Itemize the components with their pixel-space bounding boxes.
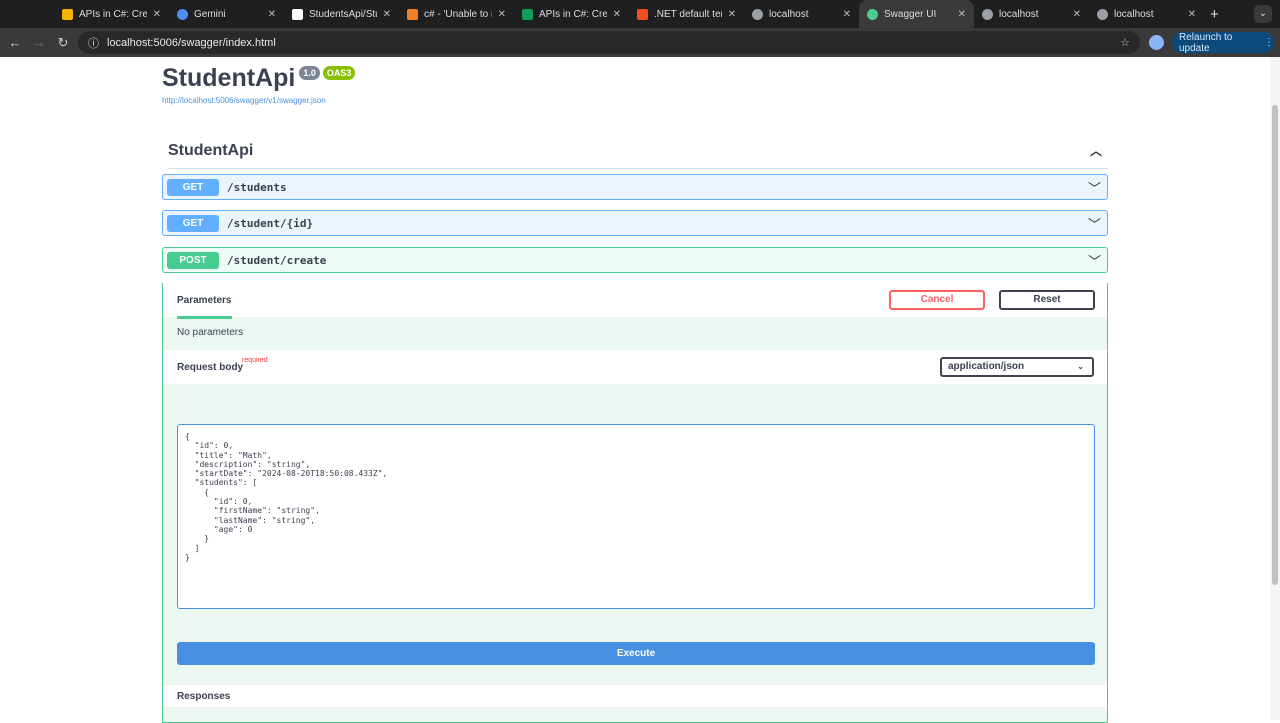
menu-icon: ⋮ — [1264, 37, 1274, 48]
profile-avatar[interactable] — [1149, 35, 1164, 50]
section-title: StudentApi — [168, 142, 254, 159]
favicon-icon — [177, 8, 188, 20]
relaunch-button[interactable]: Relaunch to update ⋮ — [1172, 31, 1274, 54]
favicon-icon — [62, 8, 73, 20]
swagger-page: StudentApi 1.0 OAS3 http://localhost:500… — [0, 57, 1270, 723]
favicon-icon — [407, 8, 418, 20]
tab-title: c# - 'Unable to re — [424, 8, 492, 20]
tab-title: Swagger UI — [884, 8, 937, 20]
browser-tab[interactable]: localhost ✕ — [974, 0, 1089, 28]
favicon-icon — [522, 8, 533, 20]
required-marker: required — [242, 357, 268, 364]
operation-details: Parameters Cancel Reset No parameters Re… — [162, 283, 1108, 723]
responses-bar: Responses — [163, 685, 1107, 707]
tab-title: localhost — [999, 8, 1039, 20]
close-tab-icon[interactable]: ✕ — [383, 9, 391, 20]
favicon-icon — [637, 8, 648, 20]
operation-path: /student/create — [227, 253, 327, 267]
browser-tab[interactable]: .NET default temp ✕ — [629, 0, 744, 28]
close-tab-icon[interactable]: ✕ — [613, 9, 621, 20]
browser-tab[interactable]: APIs in C#: Create ✕ — [54, 0, 169, 28]
info-icon[interactable]: ⓘ — [88, 35, 99, 51]
operation-path: /student/{id} — [227, 216, 314, 230]
execute-button[interactable]: Execute — [177, 642, 1095, 665]
tab-title: Gemini — [194, 8, 226, 20]
close-tab-icon[interactable]: ✕ — [268, 9, 276, 20]
close-tab-icon[interactable]: ✕ — [843, 9, 851, 20]
relaunch-label: Relaunch to update — [1179, 31, 1233, 54]
operation-get[interactable]: GET/students ﹀ — [162, 174, 1108, 200]
request-body-label: Request body — [177, 362, 244, 373]
chevron-down-icon: ⌄ — [1077, 362, 1084, 371]
section-header[interactable]: StudentApi ︿ — [168, 142, 1108, 169]
favicon-icon — [1097, 8, 1108, 20]
browser-tab[interactable]: localhost ✕ — [744, 0, 859, 28]
tab-title: APIs in C#: Create — [539, 8, 607, 20]
browser-tab[interactable]: Gemini ✕ — [169, 0, 284, 28]
scrollbar[interactable] — [1270, 57, 1280, 720]
chevron-down-icon[interactable]: ﹀ — [1088, 178, 1101, 197]
url-text: localhost:5006/swagger/index.html — [107, 36, 276, 49]
favicon-icon — [867, 8, 878, 20]
browser-tab[interactable]: APIs in C#: Create ✕ — [514, 0, 629, 28]
close-tab-icon[interactable]: ✕ — [1073, 9, 1081, 20]
no-parameters-text: No parameters — [177, 327, 244, 338]
reset-button[interactable]: Reset — [999, 290, 1095, 310]
tab-bar: APIs in C#: Create✕Gemini✕StudentsApi/St… — [0, 0, 1280, 28]
method-badge: GET — [167, 214, 219, 232]
close-tab-icon[interactable]: ✕ — [728, 9, 736, 20]
browser-tab[interactable]: c# - 'Unable to re ✕ — [399, 0, 514, 28]
address-bar-row: ← → ↻ ⓘ localhost:5006/swagger/index.html… — [0, 28, 1280, 57]
tab-title: .NET default temp — [654, 8, 722, 20]
method-badge: GET — [167, 178, 219, 196]
request-body-editor[interactable] — [177, 424, 1095, 609]
back-icon[interactable]: ← — [3, 35, 27, 50]
close-tab-icon[interactable]: ✕ — [498, 9, 506, 20]
operation-get[interactable]: GET/student/{id} ﹀ — [162, 210, 1108, 236]
new-tab-icon[interactable]: + — [1210, 6, 1219, 23]
responses-label: Responses — [177, 691, 231, 702]
browser-tab[interactable]: Swagger UI ✕ — [859, 0, 974, 28]
tab-title: localhost — [769, 8, 809, 20]
operation-post[interactable]: POST/student/create ﹀ — [162, 247, 1108, 273]
url-input[interactable]: ⓘ localhost:5006/swagger/index.html ☆ — [78, 31, 1140, 54]
operation-path: /students — [227, 180, 287, 194]
browser-tab[interactable]: StudentsApi/Stud ✕ — [284, 0, 399, 28]
scrollbar-thumb[interactable] — [1272, 105, 1278, 585]
close-tab-icon[interactable]: ✕ — [1188, 9, 1196, 20]
tab-title: APIs in C#: Create — [79, 8, 147, 20]
bookmark-star-icon[interactable]: ☆ — [1120, 36, 1130, 49]
favicon-icon — [752, 8, 763, 20]
cancel-button[interactable]: Cancel — [889, 290, 985, 310]
tab-title: localhost — [1114, 8, 1154, 20]
method-badge: POST — [167, 251, 219, 269]
content-type-value: application/json — [948, 361, 1025, 372]
chevron-up-icon[interactable]: ︿ — [1090, 142, 1102, 159]
params-bar: Parameters Cancel Reset — [163, 283, 1107, 319]
content-type-select[interactable]: application/json ⌄ — [940, 357, 1094, 377]
request-body-bar: Request body required application/json ⌄ — [163, 350, 1107, 384]
tab-title: StudentsApi/Stud — [309, 8, 377, 20]
parameters-tab[interactable]: Parameters — [177, 295, 232, 319]
browser-tab[interactable]: localhost ✕ — [1089, 0, 1204, 28]
tab-search-icon[interactable]: ⌄ — [1254, 5, 1272, 23]
close-tab-icon[interactable]: ✕ — [153, 9, 161, 20]
chevron-down-icon[interactable]: ﹀ — [1088, 214, 1101, 233]
favicon-icon — [982, 8, 993, 20]
reload-icon[interactable]: ↻ — [51, 35, 75, 51]
close-tab-icon[interactable]: ✕ — [958, 9, 966, 20]
chevron-down-icon[interactable]: ﹀ — [1088, 251, 1101, 270]
forward-icon[interactable]: → — [27, 35, 51, 50]
favicon-icon — [292, 8, 303, 20]
